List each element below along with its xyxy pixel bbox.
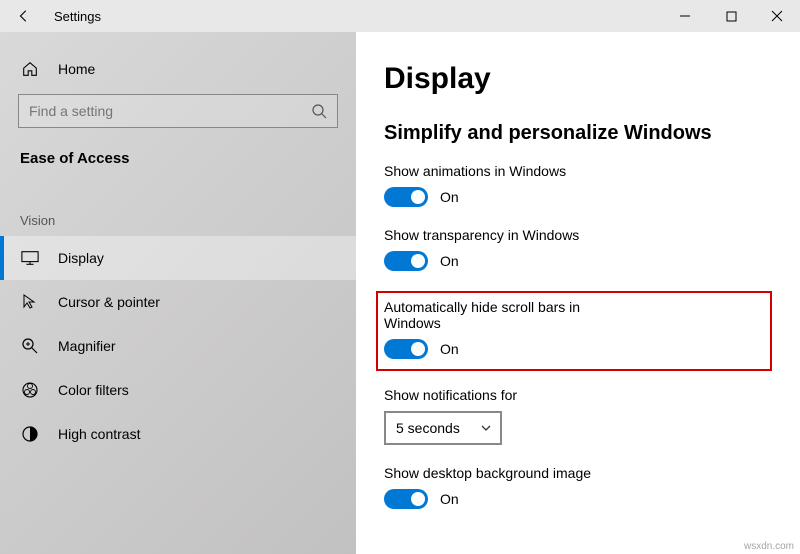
toggle-hide-scroll[interactable] [384, 339, 428, 359]
display-icon [20, 250, 40, 266]
sidebar-item-label: Color filters [58, 382, 129, 398]
sidebar-item-color-filters[interactable]: Color filters [0, 368, 356, 412]
select-value: 5 seconds [396, 420, 460, 436]
home-label: Home [58, 61, 95, 77]
setting-notifications: Show notifications for 5 seconds [384, 387, 772, 445]
minimize-button[interactable] [662, 0, 708, 32]
titlebar: Settings [0, 0, 800, 32]
home-nav[interactable]: Home [0, 52, 356, 94]
search-input[interactable] [18, 94, 338, 128]
setting-animations: Show animations in Windows On [384, 163, 772, 207]
highlight-box: Automatically hide scroll bars in Window… [376, 291, 772, 371]
search-field[interactable] [29, 103, 282, 119]
sidebar-item-high-contrast[interactable]: High contrast [0, 412, 356, 456]
page-title: Display [384, 62, 772, 96]
maximize-button[interactable] [708, 0, 754, 32]
close-button[interactable] [754, 0, 800, 32]
notifications-select[interactable]: 5 seconds [384, 411, 502, 445]
setting-label: Automatically hide scroll bars in Window… [384, 299, 590, 331]
color-filters-icon [20, 381, 40, 399]
setting-hide-scroll: Automatically hide scroll bars in Window… [384, 299, 590, 359]
sidebar-item-magnifier[interactable]: Magnifier [0, 324, 356, 368]
magnifier-icon [20, 337, 40, 355]
content-pane: Display Simplify and personalize Windows… [356, 32, 800, 554]
setting-label: Show desktop background image [384, 465, 772, 481]
sidebar: Home Ease of Access Vision [0, 32, 356, 554]
sidebar-item-label: Display [58, 250, 104, 266]
toggle-state: On [440, 491, 459, 507]
sidebar-item-cursor[interactable]: Cursor & pointer [0, 280, 356, 324]
toggle-desktop-bg[interactable] [384, 489, 428, 509]
toggle-transparency[interactable] [384, 251, 428, 271]
toggle-animations[interactable] [384, 187, 428, 207]
back-button[interactable] [14, 9, 34, 23]
setting-desktop-bg: Show desktop background image On [384, 465, 772, 509]
toggle-state: On [440, 341, 459, 357]
sidebar-item-label: Cursor & pointer [58, 294, 160, 310]
sidebar-item-label: Magnifier [58, 338, 116, 354]
cursor-icon [20, 293, 40, 311]
setting-label: Show animations in Windows [384, 163, 772, 179]
setting-transparency: Show transparency in Windows On [384, 227, 772, 271]
toggle-state: On [440, 189, 459, 205]
high-contrast-icon [20, 425, 40, 443]
window-title: Settings [54, 9, 101, 24]
watermark: wsxdn.com [744, 541, 794, 552]
setting-label: Show notifications for [384, 387, 772, 403]
setting-label: Show transparency in Windows [384, 227, 772, 243]
home-icon [20, 60, 40, 78]
category-title: Ease of Access [0, 150, 356, 177]
search-icon [311, 103, 327, 119]
section-title: Simplify and personalize Windows [384, 122, 772, 145]
sidebar-item-display[interactable]: Display [0, 236, 356, 280]
toggle-state: On [440, 253, 459, 269]
sidebar-item-label: High contrast [58, 426, 140, 442]
chevron-down-icon [480, 422, 492, 434]
group-label: Vision [0, 177, 356, 236]
